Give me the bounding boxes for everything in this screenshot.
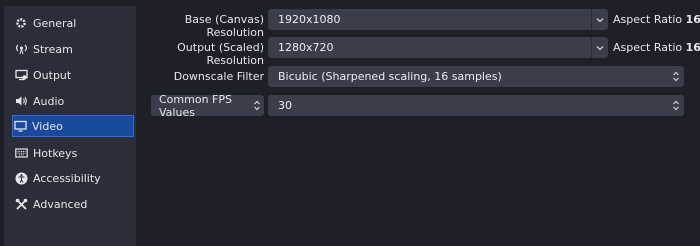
updown-arrows-icon[interactable] xyxy=(253,100,261,114)
sidebar-item-label: Output xyxy=(33,68,72,82)
output-icon xyxy=(14,68,28,82)
sidebar-item-audio[interactable]: Audio xyxy=(14,91,134,111)
accessibility-icon xyxy=(14,171,28,185)
sidebar-item-label: Accessibility xyxy=(33,171,101,185)
sidebar-item-label: Audio xyxy=(33,94,65,108)
sidebar-item-accessibility[interactable]: Accessibility xyxy=(14,168,134,188)
sidebar-item-label: General xyxy=(33,16,77,30)
base-aspect-label: Aspect Ratio xyxy=(613,13,686,26)
sidebar-item-label: Hotkeys xyxy=(33,146,78,160)
sidebar-item-stream[interactable]: Stream xyxy=(14,39,134,59)
output-resolution-label: Output (Scaled) Resolution xyxy=(177,41,264,67)
video-settings-panel: Base (Canvas) Resolution 1920x1080 Aspec… xyxy=(136,0,700,246)
fps-value-combo[interactable]: 30 xyxy=(268,95,684,116)
downscale-filter-label: Downscale Filter xyxy=(173,70,264,83)
updown-arrows-icon[interactable] xyxy=(668,95,684,116)
speaker-icon xyxy=(14,94,28,108)
output-resolution-combo[interactable]: 1280x720 xyxy=(268,37,608,58)
broadcast-icon xyxy=(14,42,28,56)
sidebar-item-advanced[interactable]: Advanced xyxy=(14,194,134,214)
tools-icon xyxy=(14,197,28,211)
output-aspect-value: 16:9 xyxy=(685,41,700,54)
sidebar-item-label: Video xyxy=(32,119,63,133)
fps-type-value: Common FPS Values xyxy=(159,92,232,119)
fps-type-combo[interactable]: Common FPS Values xyxy=(151,92,264,119)
monitor-icon xyxy=(13,119,27,133)
base-aspect-value: 16:9 xyxy=(685,13,700,26)
sidebar-item-video[interactable]: Video xyxy=(12,115,134,137)
sidebar-item-output[interactable]: Output xyxy=(14,65,134,85)
fps-value: 30 xyxy=(278,99,292,112)
output-resolution-value: 1280x720 xyxy=(278,41,334,54)
keyboard-icon xyxy=(14,146,28,160)
chevron-down-icon[interactable] xyxy=(591,9,608,30)
base-aspect-ratio: Aspect Ratio 16:9 xyxy=(613,13,700,26)
base-resolution-value: 1920x1080 xyxy=(278,13,341,26)
output-aspect-label: Aspect Ratio xyxy=(613,41,686,54)
downscale-filter-combo[interactable]: Bicubic (Sharpened scaling, 16 samples) xyxy=(268,66,684,87)
updown-arrows-icon[interactable] xyxy=(668,66,684,87)
base-resolution-label: Base (Canvas) Resolution xyxy=(184,13,264,39)
gear-icon xyxy=(14,16,28,30)
sidebar-item-label: Advanced xyxy=(33,197,88,211)
output-aspect-ratio: Aspect Ratio 16:9 xyxy=(613,41,700,54)
base-resolution-combo[interactable]: 1920x1080 xyxy=(268,9,608,30)
sidebar-item-general[interactable]: General xyxy=(14,13,134,33)
chevron-down-icon[interactable] xyxy=(591,37,608,58)
settings-sidebar: General Stream Output Audio Video Hotkey… xyxy=(4,6,136,246)
sidebar-item-label: Stream xyxy=(33,42,73,56)
sidebar-item-hotkeys[interactable]: Hotkeys xyxy=(14,143,134,163)
downscale-filter-value: Bicubic (Sharpened scaling, 16 samples) xyxy=(278,70,502,83)
